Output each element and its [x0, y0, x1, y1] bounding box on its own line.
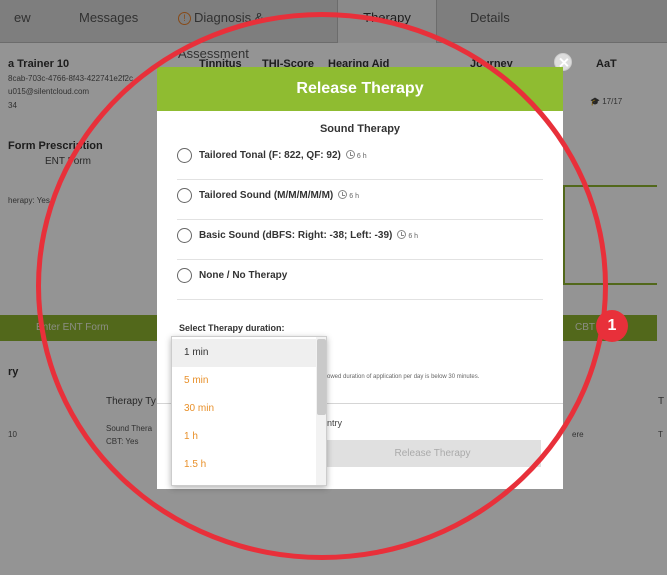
- duration-option[interactable]: 2 h: [172, 479, 316, 485]
- option-label: Basic Sound (dBFS: Right: -38; Left: -39…: [199, 230, 419, 241]
- duration-option[interactable]: 5 min: [172, 367, 316, 395]
- duration-option[interactable]: 1 h: [172, 423, 316, 451]
- option-label: Tailored Sound (M/M/M/M/M) 6 h: [199, 190, 359, 201]
- option-tailored-tonal[interactable]: Tailored Tonal (F: 822, QF: 92) 6 h: [177, 144, 543, 180]
- radio-icon[interactable]: [177, 228, 192, 243]
- option-no-therapy[interactable]: None / No Therapy: [177, 264, 543, 300]
- duration-note: owed duration of application per day is …: [327, 374, 480, 380]
- option-label: Tailored Tonal (F: 822, QF: 92) 6 h: [199, 150, 367, 161]
- dropdown-scrollbar[interactable]: [316, 337, 326, 485]
- radio-icon[interactable]: [177, 268, 192, 283]
- therapy-duration-dropdown[interactable]: 1 min 5 min 30 min 1 h 1.5 h 2 h: [171, 336, 327, 486]
- scrollbar-thumb[interactable]: [317, 339, 326, 415]
- clock-icon: [345, 150, 355, 159]
- option-tailored-sound[interactable]: Tailored Sound (M/M/M/M/M) 6 h: [177, 184, 543, 220]
- entry-label: ntry: [327, 418, 343, 428]
- radio-icon[interactable]: [177, 188, 192, 203]
- release-therapy-button[interactable]: Release Therapy: [324, 440, 541, 467]
- radio-icon[interactable]: [177, 148, 192, 163]
- duration-option[interactable]: 1.5 h: [172, 451, 316, 479]
- clock-icon: [338, 190, 348, 199]
- modal-title: Release Therapy: [157, 67, 563, 111]
- sound-therapy-heading: Sound Therapy: [319, 123, 401, 135]
- annotation-marker: 1: [596, 310, 628, 342]
- duration-label: Select Therapy duration:: [179, 323, 285, 333]
- option-basic-sound[interactable]: Basic Sound (dBFS: Right: -38; Left: -39…: [177, 224, 543, 260]
- clock-icon: [397, 230, 407, 239]
- duration-option[interactable]: 30 min: [172, 395, 316, 423]
- option-label: None / No Therapy: [199, 270, 288, 281]
- duration-option[interactable]: 1 min: [172, 339, 316, 367]
